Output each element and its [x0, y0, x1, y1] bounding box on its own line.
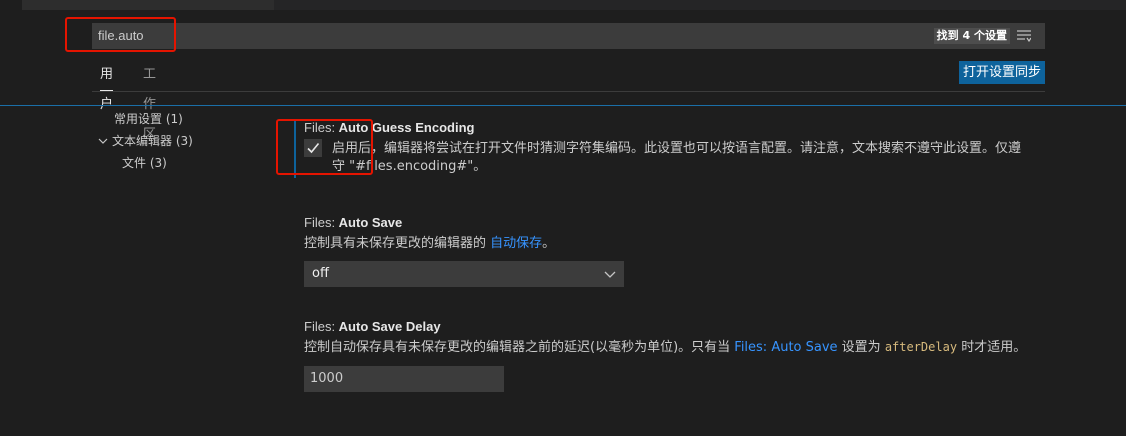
setting-name: Auto Save — [338, 215, 403, 230]
tab-workspace[interactable]: 工作区 — [143, 60, 156, 142]
tabs-divider — [92, 91, 1045, 92]
toc-item-common[interactable]: 常用设置 (1) — [114, 108, 183, 130]
toc-count: (1) — [165, 112, 183, 126]
toc-label: 常用设置 — [114, 112, 163, 126]
desc-text: 时才适用。 — [957, 340, 1027, 355]
select-value: off — [312, 266, 329, 281]
setting-description: 启用后，编辑器将尝试在打开文件时猜测字符集编码。此设置也可以按语言配置。请注意，… — [332, 141, 1022, 174]
setting-category: Files: — [304, 215, 339, 230]
desc-text: 控制自动保存具有未保存更改的编辑器之前的延迟(以毫秒为单位)。只有当 — [304, 340, 735, 355]
toc-label: 文件 — [122, 156, 147, 170]
tab-placeholder-left[interactable] — [0, 0, 22, 10]
setting-category: Files: — [304, 319, 339, 334]
tab-placeholder[interactable] — [22, 0, 274, 10]
setting-title: Files: Auto Save — [304, 215, 555, 230]
chevron-down-icon — [604, 271, 616, 278]
toc-item-text-editor[interactable]: 文本编辑器 (3) — [98, 130, 193, 152]
toc-count: (3) — [175, 134, 193, 148]
auto-save-select[interactable]: off — [304, 261, 624, 287]
desc-text: 设置为 — [837, 340, 885, 355]
toc-count: (3) — [149, 156, 167, 170]
chevron-down-icon[interactable] — [98, 136, 108, 146]
filter-icon[interactable] — [1017, 30, 1031, 42]
open-settings-sync-button[interactable]: 打开设置同步 — [959, 61, 1045, 84]
setting-description: 控制自动保存具有未保存更改的编辑器之前的延迟(以毫秒为单位)。只有当 Files… — [304, 338, 1026, 357]
header-divider — [0, 105, 1126, 106]
search-highlight-annotation — [65, 17, 176, 52]
auto-save-setting-link[interactable]: Files: Auto Save — [734, 340, 837, 355]
toc-item-files[interactable]: 文件 (3) — [122, 152, 167, 174]
settings-search-input[interactable]: file.auto 找到 4 个设置 — [92, 23, 1045, 49]
auto-save-delay-input[interactable]: 1000 — [304, 366, 504, 392]
result-count-badge: 找到 4 个设置 — [933, 28, 1010, 44]
input-value[interactable]: 1000 — [310, 371, 343, 386]
setting-auto-save: Files: Auto Save 控制具有未保存更改的编辑器的 自动保存。 — [304, 215, 555, 253]
tab-user[interactable]: 用户 — [100, 60, 114, 112]
desc-text: 。 — [542, 236, 556, 251]
setting-description: 控制具有未保存更改的编辑器的 自动保存。 — [304, 234, 555, 253]
setting-name: Auto Save Delay — [338, 319, 441, 334]
setting-auto-save-delay: Files: Auto Save Delay 控制自动保存具有未保存更改的编辑器… — [304, 319, 1026, 357]
checkbox-highlight-annotation — [276, 119, 373, 175]
setting-title: Files: Auto Save Delay — [304, 319, 1026, 334]
toc-label: 文本编辑器 — [112, 134, 173, 148]
auto-save-link[interactable]: 自动保存 — [490, 236, 542, 251]
desc-text: 控制具有未保存更改的编辑器的 — [304, 236, 491, 251]
editor-tab-strip — [0, 0, 1126, 10]
inline-code: afterDelay — [884, 340, 958, 354]
